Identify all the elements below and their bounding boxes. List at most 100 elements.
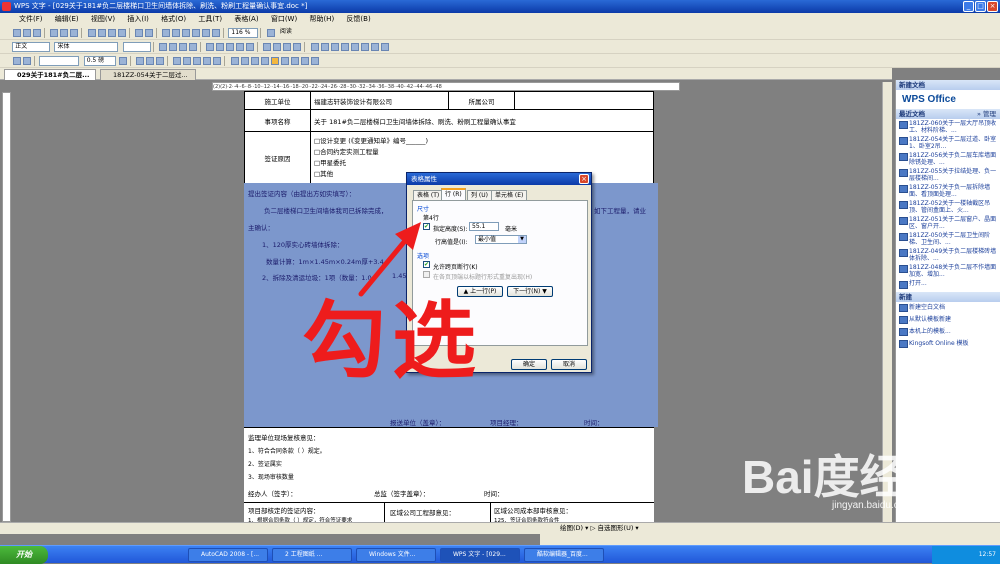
font-size-combo[interactable] <box>122 42 151 52</box>
menu-view[interactable]: 视图(V) <box>86 13 120 26</box>
paste-icon[interactable] <box>107 29 116 37</box>
cell-value-matter[interactable]: 关于 181#负二层楼梯口卫生间墙体拆除、刷洗、粉刷工程量确认事宜 <box>310 109 654 132</box>
distribute-icon[interactable] <box>246 43 255 51</box>
copy-icon[interactable] <box>97 29 106 37</box>
bold-icon[interactable] <box>158 43 167 51</box>
read-mode-button[interactable]: 阅读 <box>278 28 300 38</box>
menu-help[interactable]: 帮助(H) <box>304 13 339 26</box>
superscript-icon[interactable] <box>350 43 359 51</box>
font-color-icon[interactable] <box>188 43 197 51</box>
start-button[interactable]: 开始 <box>0 546 48 564</box>
dialog-close-button[interactable]: × <box>579 174 589 184</box>
cancel-button[interactable]: 取消 <box>551 359 587 370</box>
italic-icon[interactable] <box>168 43 177 51</box>
tab-table[interactable]: 表格 (T) <box>413 190 444 200</box>
new-blank-doc[interactable]: 新建空白文档 <box>896 302 1000 314</box>
tab-cell[interactable]: 单元格 (E) <box>491 190 528 200</box>
cell-value-company[interactable] <box>514 91 654 110</box>
menu-feedback[interactable]: 反馈(B) <box>341 13 375 26</box>
align-left-icon[interactable] <box>206 43 215 51</box>
online-templates[interactable]: Kingsoft Online 模板 <box>896 338 1000 350</box>
help-icon[interactable] <box>266 29 275 37</box>
local-templates[interactable]: 本机上的模板... <box>896 326 1000 338</box>
hyperlink-icon[interactable] <box>162 29 171 37</box>
taskbar-autocad[interactable]: AutoCAD 2008 - [... <box>188 548 268 562</box>
excel-icon[interactable] <box>182 29 191 37</box>
line-style-combo[interactable] <box>39 56 80 66</box>
clock[interactable]: 12:57 <box>979 551 996 558</box>
table-properties-icon[interactable] <box>270 57 279 65</box>
tab-row[interactable]: 行 (R) <box>441 188 466 200</box>
recent-doc-6[interactable]: 181ZZ-052关于一楼轴截区吊顶、管间盒面上、火... <box>896 199 1000 215</box>
menu-window[interactable]: 窗口(W) <box>266 13 302 26</box>
taskbar-drawings-folder[interactable]: 2 工程图纸 ... <box>272 548 352 562</box>
spell-icon[interactable] <box>70 29 79 37</box>
height-input[interactable]: 55.1 <box>469 222 499 231</box>
tab-doc-029[interactable]: 029关于181#负二层... <box>4 69 96 80</box>
insert-table-icon[interactable] <box>136 57 145 65</box>
align-middle-icon[interactable] <box>183 57 192 65</box>
sort-desc-icon[interactable] <box>250 57 259 65</box>
sort-asc-icon[interactable] <box>240 57 249 65</box>
zoom-combo[interactable]: 116 % <box>228 28 259 38</box>
table-icon[interactable] <box>172 29 181 37</box>
indent-icon[interactable] <box>293 43 302 51</box>
format-painter-icon[interactable] <box>117 29 126 37</box>
merge-cells-icon[interactable] <box>146 57 155 65</box>
shading-icon[interactable] <box>340 43 349 51</box>
recent-doc-1[interactable]: 181ZZ-060关于一层大厅吊顶收工、材料阶梯、... <box>896 119 1000 135</box>
taskbar-wps-writer[interactable]: WPS 文字 - [029... <box>440 548 520 562</box>
recent-doc-9[interactable]: 181ZZ-049关于负二层楼梯砖墙体拆除、... <box>896 247 1000 263</box>
ruler-icon[interactable] <box>310 57 319 65</box>
next-row-button[interactable]: 下一行(N) ▼ <box>507 286 553 297</box>
recent-doc-8[interactable]: 181ZZ-050关于二层卫生间阶梯、卫生间、... <box>896 231 1000 247</box>
text-color-icon[interactable] <box>320 43 329 51</box>
border-icon[interactable] <box>330 43 339 51</box>
open-icon[interactable] <box>23 29 32 37</box>
outdent-icon[interactable] <box>283 43 292 51</box>
eraser-icon[interactable] <box>23 57 32 65</box>
align-center-icon[interactable] <box>216 43 225 51</box>
formula-icon[interactable] <box>300 57 309 65</box>
map-icon[interactable] <box>212 29 221 37</box>
reason-owner-entrust[interactable]: □甲星委托 <box>314 158 650 169</box>
split-cells-icon[interactable] <box>156 57 165 65</box>
new-from-default[interactable]: 从默认模板新建 <box>896 314 1000 326</box>
undo-icon[interactable] <box>134 29 143 37</box>
recent-doc-10[interactable]: 181ZZ-048关于负二层不作墙面加宽、增加... <box>896 263 1000 279</box>
tab-doc-181zz-054[interactable]: 181ZZ-054关于二层过... <box>100 69 196 80</box>
distribute-cols-icon[interactable] <box>213 57 222 65</box>
tab-column[interactable]: 列 (U) <box>467 190 492 200</box>
preview-icon[interactable] <box>60 29 69 37</box>
new-icon[interactable] <box>13 29 22 37</box>
reason-design-change[interactable]: □设计变更 (《变更通知单》编号______) <box>314 136 650 147</box>
font-combo[interactable]: 宋体 <box>54 42 119 52</box>
distribute-rows-icon[interactable] <box>203 57 212 65</box>
columns-icon[interactable] <box>192 29 201 37</box>
cell-shading-icon[interactable] <box>290 57 299 65</box>
menu-edit[interactable]: 编辑(E) <box>50 13 84 26</box>
cell-value-contractor[interactable]: 福建志轩装饰设计有限公司 <box>310 91 449 110</box>
dialog-title[interactable]: 表格属性 <box>407 173 591 185</box>
reason-contract-measure[interactable]: □合同约定实测工程量 <box>314 147 650 158</box>
align-right-icon[interactable] <box>226 43 235 51</box>
print-icon[interactable] <box>50 29 59 37</box>
menu-format[interactable]: 格式(O) <box>156 13 191 26</box>
table-autoformat-icon[interactable] <box>230 57 239 65</box>
ok-button[interactable]: 确定 <box>511 359 547 370</box>
menu-file[interactable]: 文件(F) <box>14 13 48 26</box>
close-button[interactable]: × <box>987 1 998 12</box>
manage-link[interactable]: » 管理 <box>977 109 996 119</box>
taskbar-explorer[interactable]: Windows 文件... <box>356 548 436 562</box>
menu-tools[interactable]: 工具(T) <box>193 13 227 26</box>
vertical-ruler[interactable] <box>2 92 11 522</box>
highlight-icon[interactable] <box>310 43 319 51</box>
recent-doc-7[interactable]: 181ZZ-051关于二层窗户、晶面区、窗户开... <box>896 215 1000 231</box>
drawing-icon[interactable] <box>202 29 211 37</box>
numbering-icon[interactable] <box>263 43 272 51</box>
char-border-icon[interactable] <box>380 43 389 51</box>
cut-icon[interactable] <box>87 29 96 37</box>
align-bottom-icon[interactable] <box>193 57 202 65</box>
drawing-toolbar-text[interactable]: 绘图(D) ▾ ▷ 自选图形(U) ▾ <box>560 523 639 534</box>
align-top-icon[interactable] <box>173 57 182 65</box>
